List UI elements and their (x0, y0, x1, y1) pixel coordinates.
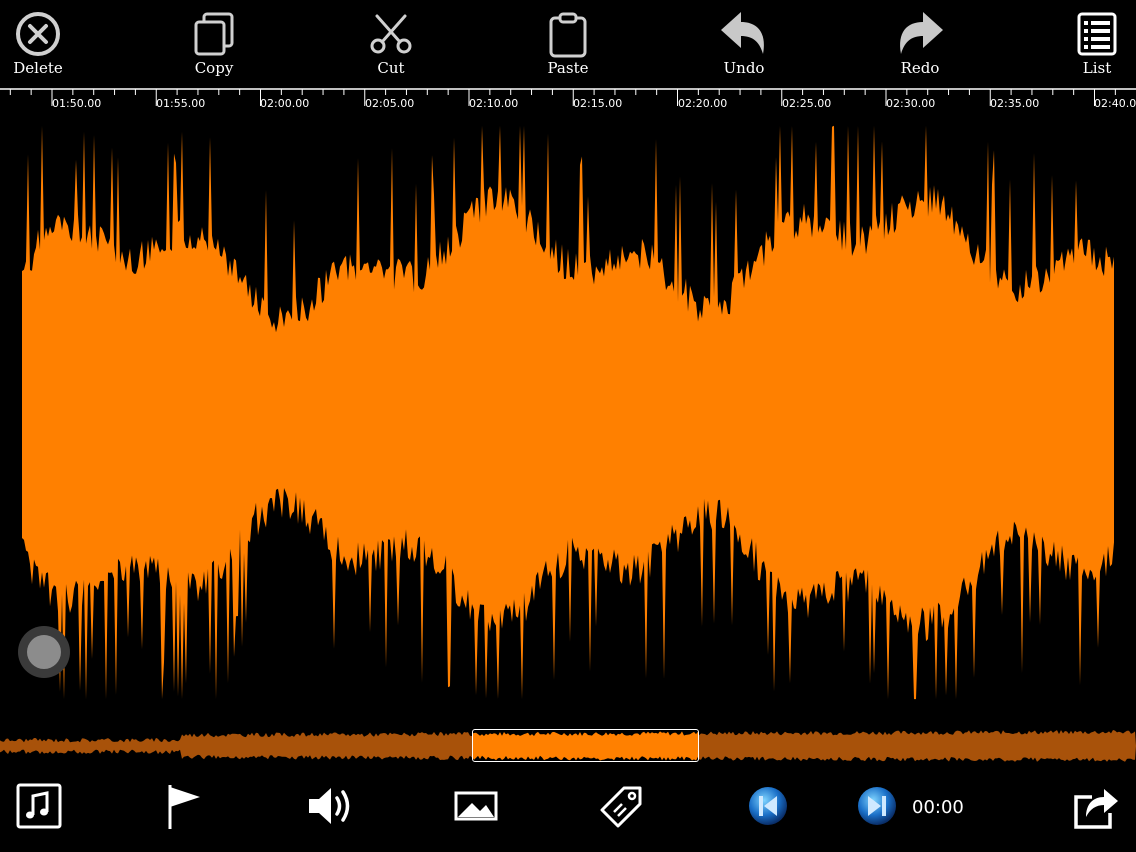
ruler-label: 02:00.00 (260, 97, 310, 110)
music-button[interactable] (16, 780, 62, 836)
list-icon (1071, 8, 1123, 60)
overview-wave-right (699, 730, 1136, 762)
waveform-shape (22, 125, 1114, 700)
delete-button[interactable]: Delete (0, 8, 93, 84)
cut-button[interactable]: Cut (336, 8, 446, 84)
music-note-icon (16, 783, 62, 833)
skip-back-icon (747, 785, 789, 831)
ruler-label: 02:05.00 (365, 97, 415, 110)
list-button[interactable]: List (1042, 8, 1136, 84)
ruler-label: 02:40.00 (1094, 97, 1136, 110)
ruler-label: 02:20.00 (678, 97, 728, 110)
undo-arrow-icon (718, 8, 770, 60)
clipboard-icon (542, 8, 594, 60)
overview-wave-left (0, 732, 472, 760)
share-icon (1072, 783, 1120, 833)
ruler-label: 01:50.00 (52, 97, 102, 110)
undo-button[interactable]: Undo (689, 8, 799, 84)
ruler-label: 01:55.00 (156, 97, 206, 110)
tag-icon (600, 784, 644, 832)
overview-selection-window[interactable] (472, 729, 699, 762)
volume-button[interactable] (305, 780, 355, 836)
flag-icon (164, 781, 204, 835)
ruler-label: 02:25.00 (782, 97, 832, 110)
playback-time: 00:00 (912, 797, 964, 818)
list-label: List (1082, 59, 1112, 77)
ruler-label: 02:30.00 (886, 97, 936, 110)
cut-label: Cut (377, 59, 405, 77)
ruler-label: 02:15.00 (573, 97, 623, 110)
record-button[interactable] (18, 626, 70, 678)
delete-label: Delete (13, 59, 63, 77)
paste-label: Paste (547, 59, 589, 77)
ruler-label: 02:10.00 (469, 97, 519, 110)
tag-button[interactable] (600, 780, 644, 836)
undo-label: Undo (723, 59, 765, 77)
scissors-icon (365, 8, 417, 60)
time-ruler[interactable]: 01:50.00 01:55.00 02:00.00 02:05.00 02:1… (0, 86, 1136, 116)
skip-forward-button[interactable] (856, 780, 898, 836)
copy-icon (188, 8, 240, 60)
redo-label: Redo (900, 59, 940, 77)
skip-forward-icon (856, 785, 898, 831)
waveform[interactable] (0, 114, 1136, 714)
player-toolbar (0, 780, 1136, 840)
edit-toolbar: Delete Copy Cut Paste Undo Redo List (0, 0, 1136, 86)
skip-back-button[interactable] (747, 780, 789, 836)
record-button-inner (27, 635, 61, 669)
paste-button[interactable]: Paste (513, 8, 623, 84)
copy-label: Copy (194, 59, 234, 77)
redo-arrow-icon (894, 8, 946, 60)
share-button[interactable] (1072, 780, 1120, 836)
circle-x-icon (12, 8, 64, 60)
ruler-label: 02:35.00 (990, 97, 1040, 110)
flag-button[interactable] (164, 780, 204, 836)
redo-button[interactable]: Redo (865, 8, 975, 84)
picture-icon (454, 791, 498, 825)
speaker-icon (305, 784, 355, 832)
image-button[interactable] (454, 780, 498, 836)
copy-button[interactable]: Copy (159, 8, 269, 84)
